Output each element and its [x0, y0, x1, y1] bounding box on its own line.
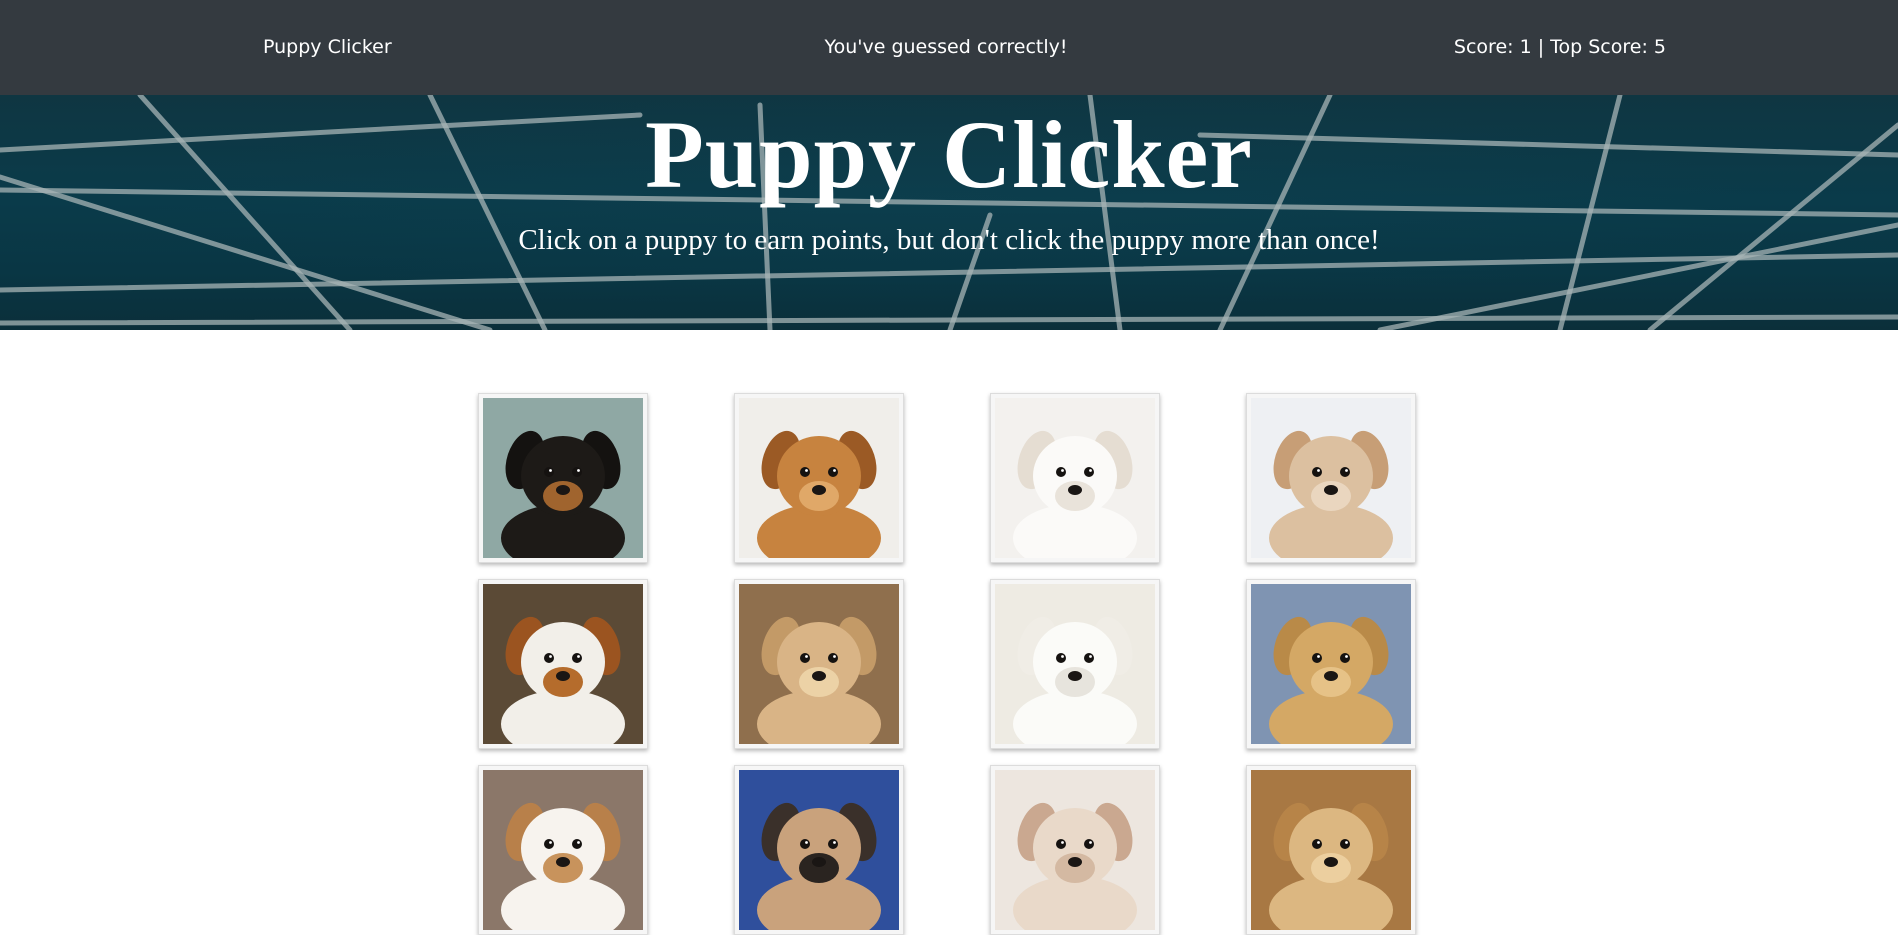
- puppy-image[interactable]: [483, 584, 643, 744]
- puppy-image[interactable]: [1251, 770, 1411, 930]
- puppy-card[interactable]: [478, 393, 648, 563]
- puppy-card[interactable]: [1246, 765, 1416, 935]
- puppy-card[interactable]: [990, 579, 1160, 749]
- puppy-photo-illustration: [483, 398, 643, 558]
- puppy-photo-illustration: [483, 770, 643, 930]
- score-display: Score: 1 | Top Score: 5: [1453, 36, 1666, 58]
- puppy-image[interactable]: [739, 584, 899, 744]
- page-subtitle: Click on a puppy to earn points, but don…: [518, 224, 1380, 256]
- puppy-photo-illustration: [1251, 584, 1411, 744]
- puppy-card[interactable]: [734, 393, 904, 563]
- puppy-card-grid: [0, 330, 1898, 935]
- puppy-image[interactable]: [1251, 398, 1411, 558]
- puppy-image[interactable]: [995, 770, 1155, 930]
- puppy-card[interactable]: [734, 765, 904, 935]
- puppy-photo-illustration: [995, 584, 1155, 744]
- puppy-card[interactable]: [1246, 579, 1416, 749]
- puppy-card[interactable]: [1246, 393, 1416, 563]
- puppy-photo-illustration: [739, 770, 899, 930]
- puppy-image[interactable]: [739, 398, 899, 558]
- puppy-photo-illustration: [995, 398, 1155, 558]
- hero-banner: Puppy Clicker Click on a puppy to earn p…: [0, 95, 1898, 330]
- puppy-card[interactable]: [990, 393, 1160, 563]
- puppy-photo-illustration: [1251, 398, 1411, 558]
- puppy-image[interactable]: [995, 398, 1155, 558]
- puppy-image[interactable]: [483, 398, 643, 558]
- puppy-image[interactable]: [739, 770, 899, 930]
- top-navbar: Puppy Clicker You've guessed correctly! …: [0, 0, 1898, 95]
- page-title: Puppy Clicker: [645, 101, 1253, 208]
- puppy-photo-illustration: [995, 770, 1155, 930]
- puppy-image[interactable]: [1251, 584, 1411, 744]
- puppy-card[interactable]: [734, 579, 904, 749]
- puppy-photo-illustration: [739, 584, 899, 744]
- puppy-photo-illustration: [739, 398, 899, 558]
- puppy-card[interactable]: [990, 765, 1160, 935]
- puppy-image[interactable]: [995, 584, 1155, 744]
- puppy-card[interactable]: [478, 579, 648, 749]
- puppy-image[interactable]: [483, 770, 643, 930]
- puppy-card[interactable]: [478, 765, 648, 935]
- puppy-photo-illustration: [483, 584, 643, 744]
- puppy-photo-illustration: [1251, 770, 1411, 930]
